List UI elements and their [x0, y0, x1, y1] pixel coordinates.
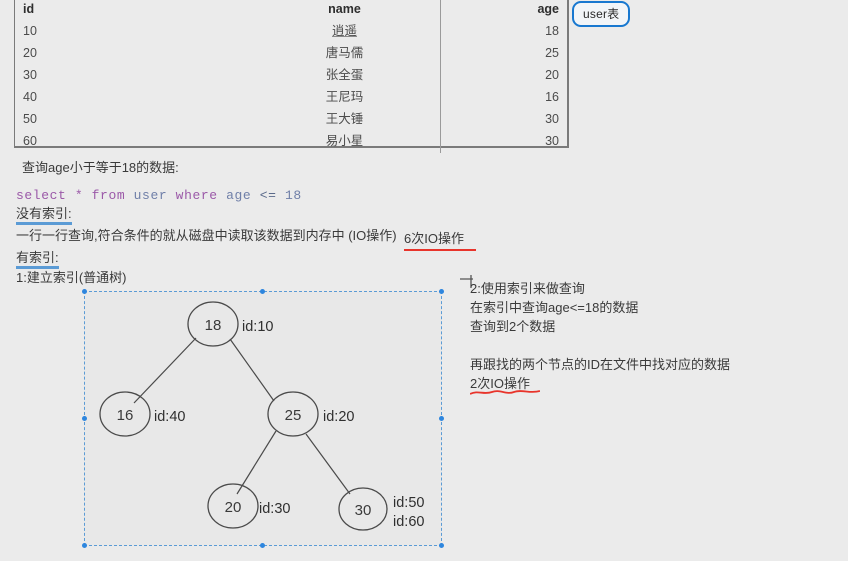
cell-name: 逍遥: [249, 21, 440, 43]
sql-table-name: user: [133, 188, 168, 203]
cell-id: 10: [23, 24, 37, 38]
index-io-steps: 再跟找的两个节点的ID在文件中找对应的数据 2次IO操作: [470, 355, 730, 393]
cell-name: 唐马儒: [325, 46, 364, 60]
cell-id: 40: [23, 90, 37, 104]
table-body: 10 逍遥 18 20 唐马儒 25 30 张全蛋 20 40 王尼玛 16 5…: [15, 21, 567, 153]
table-row: 40 王尼玛 16: [15, 87, 567, 109]
edge-right-left: [236, 430, 277, 495]
node-value-root: 18: [205, 317, 222, 334]
sql-value: 18: [284, 188, 302, 203]
column-header-age: age: [439, 0, 567, 21]
sql-keyword-from: from: [91, 188, 126, 203]
has-index-step-1: 1:建立索引(普通树): [16, 270, 127, 285]
sql-statement: select * from user where age <= 18: [16, 188, 302, 203]
cell-name: 易小星: [325, 134, 364, 148]
no-index-io-cost: 6次IO操作: [404, 231, 464, 246]
cell-age: 25: [439, 43, 567, 65]
cell-age: 30: [439, 131, 567, 153]
node-value-rl: 20: [225, 499, 242, 516]
table-name-badge: user表: [572, 1, 631, 27]
index-io-cost-squiggle: [470, 390, 540, 395]
node-id-rl: id:30: [259, 501, 290, 517]
index-step-2-line-2: 在索引中查询age<=18的数据: [470, 300, 639, 315]
table-element: id name age 10 逍遥 18 20 唐马儒 25 30 张全蛋 20: [15, 0, 567, 153]
cell-name: 王尼玛: [325, 90, 364, 104]
query-heading: 查询age小于等于18的数据:: [22, 160, 179, 175]
index-step-2-line-1: 2:使用索引来做查询: [470, 281, 585, 296]
table-head: id name age: [15, 0, 567, 21]
edge-root-left: [133, 337, 197, 404]
cell-id: 30: [23, 68, 37, 82]
table-header-row: id name age: [15, 0, 567, 21]
edge-right-right: [305, 433, 351, 495]
binary-tree-diagram: 18 id:10 16 id:40 25 id:20 20 id:30 30 i…: [99, 301, 424, 531]
no-index-label: 没有索引:: [16, 206, 72, 225]
cell-age: 16: [439, 87, 567, 109]
node-id-right: id:20: [323, 409, 354, 425]
column-header-name: name: [328, 2, 361, 16]
no-index-io-cost-underline: [404, 249, 476, 251]
no-index-description: 一行一行查询,符合条件的就从磁盘中读取该数据到内存中 (IO操作): [16, 228, 397, 243]
edge-root-right: [229, 338, 275, 402]
table-row: 60 易小星 30: [15, 131, 567, 153]
index-step-2-line-3: 查询到2个数据: [470, 319, 556, 334]
cell-name-text: 逍遥: [332, 24, 358, 38]
sql-keyword-select: select: [16, 188, 67, 203]
sql-star: *: [74, 188, 84, 203]
cell-name: 王大锤: [325, 112, 364, 126]
index-step-3-line-1: 再跟找的两个节点的ID在文件中找对应的数据: [470, 357, 731, 372]
column-header-id: id: [23, 2, 35, 16]
node-value-right: 25: [285, 407, 302, 424]
index-query-steps: 2:使用索引来做查询 在索引中查询age<=18的数据 查询到2个数据: [470, 279, 638, 336]
table-row: 30 张全蛋 20: [15, 65, 567, 87]
cell-name: 张全蛋: [325, 68, 364, 82]
sql-column: age: [226, 188, 252, 203]
table-row: 20 唐马儒 25: [15, 43, 567, 65]
sql-operator: <=: [259, 188, 277, 203]
cell-age: 20: [439, 65, 567, 87]
node-value-rr: 30: [355, 502, 372, 519]
node-value-left: 16: [117, 407, 134, 424]
table-row: 10 逍遥 18: [15, 21, 567, 43]
cell-id: 20: [23, 46, 37, 60]
sql-keyword-where: where: [175, 188, 218, 203]
node-id-rr-first: id:50: [393, 495, 424, 511]
cell-age: 18: [439, 21, 567, 43]
node-id-rr-second: id:60: [393, 514, 424, 530]
table-row: 50 王大锤 30: [15, 109, 567, 131]
user-data-table: id name age 10 逍遥 18 20 唐马儒 25 30 张全蛋 20: [14, 0, 569, 153]
cell-age: 30: [439, 109, 567, 131]
cell-id: 60: [23, 134, 37, 148]
has-index-label: 有索引:: [16, 250, 59, 269]
node-id-root: id:10: [242, 319, 273, 335]
cell-id: 50: [23, 112, 37, 126]
node-id-left: id:40: [154, 409, 185, 425]
